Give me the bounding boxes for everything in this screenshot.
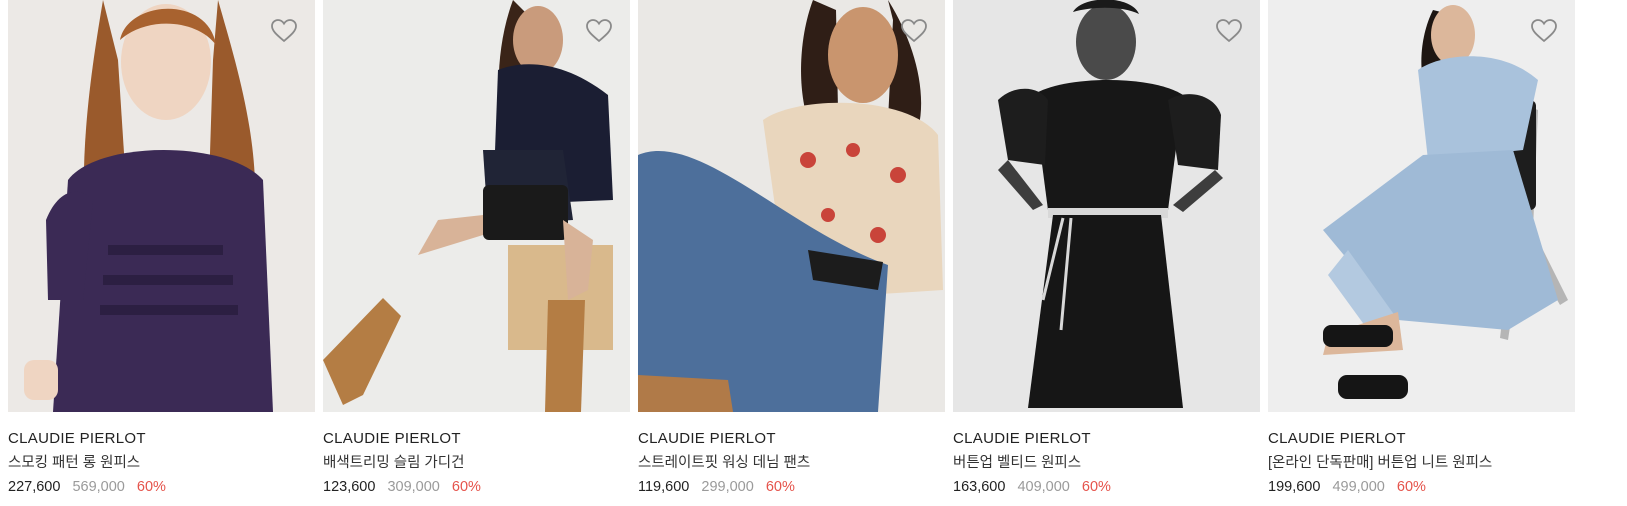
discount-rate: 60% — [451, 479, 481, 495]
product-name[interactable]: 배색트리밍 슬림 가디건 — [323, 453, 630, 473]
product-image[interactable] — [953, 0, 1260, 412]
product-name[interactable]: [온라인 단독판매] 버튼업 니트 원피스 — [1268, 453, 1575, 473]
product-brand: CLAUDIE PIERLOT — [1268, 430, 1406, 447]
discount-rate: 60% — [765, 479, 795, 495]
product-card[interactable]: CLAUDIE PIERLOT 버튼업 벨티드 원피스 163,600 409,… — [953, 0, 1260, 506]
product-card[interactable]: CLAUDIE PIERLOT 스트레이트핏 워싱 데님 팬츠 119,600 … — [638, 0, 945, 506]
discount-rate: 60% — [1081, 479, 1111, 495]
product-name[interactable]: 스트레이트핏 워싱 데님 팬츠 — [638, 453, 945, 473]
product-info: CLAUDIE PIERLOT [온라인 단독판매] 버튼업 니트 원피스 19… — [1268, 429, 1575, 497]
product-prices: 163,600 409,000 60% — [953, 477, 1260, 497]
wishlist-heart-icon[interactable] — [584, 16, 614, 46]
original-price: 309,000 — [387, 479, 440, 495]
product-prices: 199,600 499,000 60% — [1268, 477, 1575, 497]
sale-price: 119,600 — [638, 479, 690, 495]
discount-rate: 60% — [1396, 479, 1426, 495]
product-info: CLAUDIE PIERLOT 버튼업 벨티드 원피스 163,600 409,… — [953, 429, 1260, 497]
sale-price: 227,600 — [8, 479, 61, 495]
sale-price: 123,600 — [323, 479, 376, 495]
original-price: 409,000 — [1017, 479, 1070, 495]
product-brand: CLAUDIE PIERLOT — [638, 430, 776, 447]
wishlist-heart-icon[interactable] — [1214, 16, 1244, 46]
original-price: 569,000 — [72, 479, 125, 495]
product-info: CLAUDIE PIERLOT 스트레이트핏 워싱 데님 팬츠 119,600 … — [638, 429, 945, 497]
product-card[interactable]: CLAUDIE PIERLOT [온라인 단독판매] 버튼업 니트 원피스 19… — [1268, 0, 1575, 506]
product-brand: CLAUDIE PIERLOT — [323, 430, 461, 447]
sale-price: 199,600 — [1268, 479, 1321, 495]
product-brand: CLAUDIE PIERLOT — [953, 430, 1091, 447]
product-image[interactable] — [8, 0, 315, 412]
sale-price: 163,600 — [953, 479, 1006, 495]
product-card[interactable]: CLAUDIE PIERLOT 배색트리밍 슬림 가디건 123,600 309… — [323, 0, 630, 506]
original-price: 499,000 — [1332, 479, 1385, 495]
product-name[interactable]: 스모킹 패턴 롱 원피스 — [8, 453, 315, 473]
wishlist-heart-icon[interactable] — [899, 16, 929, 46]
wishlist-heart-icon[interactable] — [1529, 16, 1559, 46]
product-image[interactable] — [1268, 0, 1575, 412]
product-image[interactable] — [323, 0, 630, 412]
product-prices: 119,600 299,000 60% — [638, 477, 945, 497]
product-image[interactable] — [638, 0, 945, 412]
product-prices: 123,600 309,000 60% — [323, 477, 630, 497]
product-card[interactable]: CLAUDIE PIERLOT 스모킹 패턴 롱 원피스 227,600 569… — [8, 0, 315, 506]
product-grid: CLAUDIE PIERLOT 스모킹 패턴 롱 원피스 227,600 569… — [8, 0, 1619, 506]
product-info: CLAUDIE PIERLOT 스모킹 패턴 롱 원피스 227,600 569… — [8, 429, 315, 497]
product-prices: 227,600 569,000 60% — [8, 477, 315, 497]
discount-rate: 60% — [136, 479, 166, 495]
wishlist-heart-icon[interactable] — [269, 16, 299, 46]
product-brand: CLAUDIE PIERLOT — [8, 430, 146, 447]
original-price: 299,000 — [701, 479, 754, 495]
product-name[interactable]: 버튼업 벨티드 원피스 — [953, 453, 1260, 473]
product-info: CLAUDIE PIERLOT 배색트리밍 슬림 가디건 123,600 309… — [323, 429, 630, 497]
